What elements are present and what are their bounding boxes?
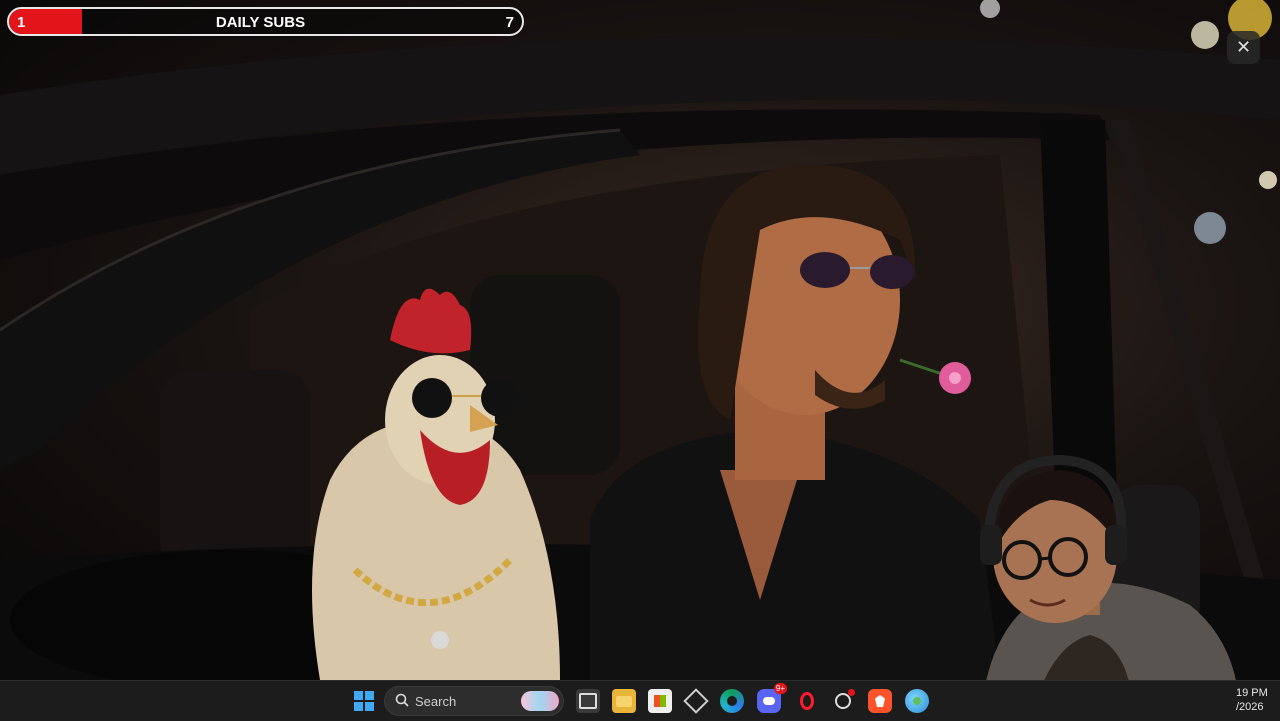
microsoft-store-button[interactable] [648, 689, 672, 713]
clock-date: /2026 [1236, 701, 1264, 713]
close-button[interactable]: ✕ [1227, 31, 1260, 64]
windows-taskbar: Search 9+ [0, 680, 1280, 721]
app-icon [683, 688, 709, 714]
taskbar-clock[interactable]: 19 PM /2026 [1236, 686, 1268, 714]
edge-icon [727, 696, 737, 706]
search-icon [395, 693, 409, 707]
file-explorer-button[interactable] [612, 689, 636, 713]
search-label: Search [415, 694, 457, 709]
discord-notification-badge: 9+ [773, 683, 787, 694]
close-icon: ✕ [1235, 37, 1252, 57]
brave-browser-button[interactable] [868, 689, 892, 713]
taskbar-search-box[interactable]: Search [384, 686, 564, 716]
windows-start-icon [354, 691, 374, 711]
daily-subs-goal-bar: 1 DAILY SUBS 7 [7, 7, 524, 36]
start-button[interactable] [352, 689, 376, 713]
daily-subs-goal: 7 [505, 14, 514, 31]
globe-app-button[interactable] [905, 689, 929, 713]
discord-icon [763, 697, 775, 705]
task-view-icon [579, 693, 597, 709]
daily-subs-title: DAILY SUBS [215, 14, 306, 31]
discord-button[interactable]: 9+ [757, 683, 787, 713]
opera-icon [800, 692, 814, 710]
opera-browser-button[interactable] [795, 689, 819, 713]
globe-app-icon [913, 697, 921, 705]
edge-browser-button[interactable] [720, 689, 744, 713]
file-explorer-icon [616, 695, 632, 707]
app-button[interactable] [683, 688, 709, 714]
clock-time: 19 PM [1236, 687, 1268, 699]
red-notification-dot [848, 689, 855, 696]
brave-icon [875, 695, 885, 707]
microsoft-store-icon [654, 695, 666, 707]
search-highlight-icon [521, 691, 559, 711]
task-view-button[interactable] [576, 689, 600, 713]
app-with-badge-button[interactable] [831, 689, 855, 713]
